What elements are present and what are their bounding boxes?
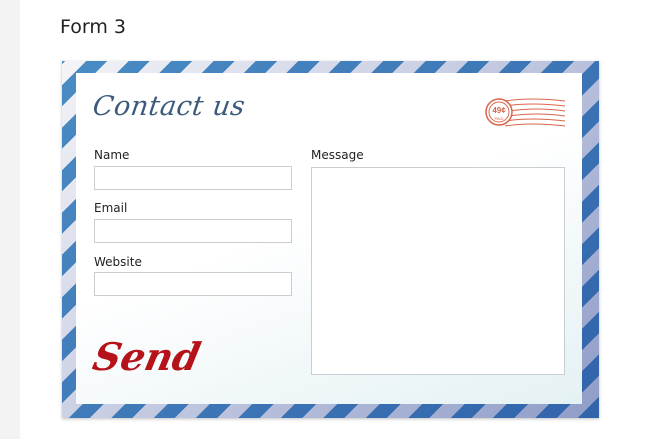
contact-heading: Contact us	[90, 91, 248, 122]
airmail-envelope-border: Contact us 49¢ PAID Name Email Website M…	[62, 61, 599, 418]
send-button[interactable]: Send	[89, 331, 204, 381]
postage-stamp-icon: 49¢ PAID	[485, 98, 566, 127]
page-title: Form 3	[60, 16, 126, 38]
stamp-caption: PAID	[494, 116, 503, 121]
message-label: Message	[311, 148, 364, 162]
contact-form-card: Contact us 49¢ PAID Name Email Website M…	[76, 73, 582, 404]
email-field[interactable]	[94, 219, 292, 243]
name-field[interactable]	[94, 166, 292, 190]
left-margin-strip	[0, 0, 20, 439]
message-textarea[interactable]	[311, 167, 565, 375]
stamp-price: 49¢	[492, 106, 506, 115]
website-label: Website	[94, 255, 142, 269]
email-label: Email	[94, 201, 128, 215]
website-field[interactable]	[94, 272, 292, 296]
name-label: Name	[94, 148, 130, 162]
